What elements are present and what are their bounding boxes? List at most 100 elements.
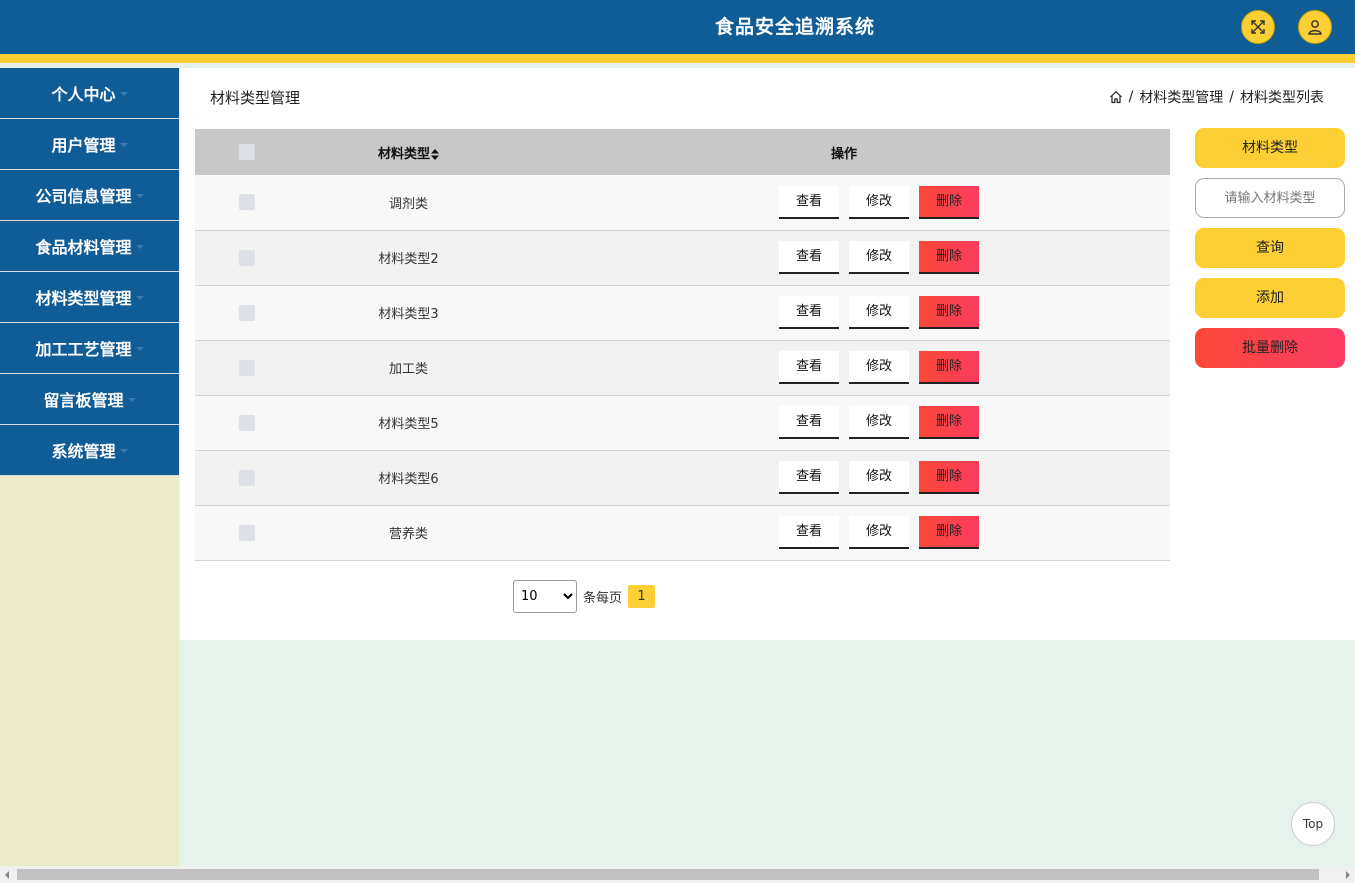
- row-checkbox[interactable]: [239, 524, 255, 541]
- view-button[interactable]: 查看: [779, 241, 839, 274]
- back-to-top-button[interactable]: Top: [1291, 802, 1335, 846]
- query-button[interactable]: 查询: [1195, 228, 1345, 268]
- chevron-down-icon: [135, 296, 144, 300]
- scroll-left-arrow-icon[interactable]: [5, 871, 9, 879]
- fullscreen-button[interactable]: [1241, 10, 1275, 44]
- row-checkbox[interactable]: [239, 194, 255, 211]
- chevron-down-icon: [135, 347, 144, 351]
- page-size-select[interactable]: 10: [513, 580, 577, 613]
- view-button[interactable]: 查看: [779, 461, 839, 494]
- row-checkbox[interactable]: [239, 249, 255, 266]
- search-panel: 材料类型 查询 添加 批量删除: [1195, 128, 1345, 378]
- cell-material-type: 加工类: [388, 362, 428, 377]
- sidebar-item-food-materials[interactable]: 食品材料管理: [0, 221, 179, 272]
- scrollbar-thumb[interactable]: [17, 869, 1319, 880]
- table-row: 调剂类 查看 修改 删除: [195, 175, 1170, 230]
- user-button[interactable]: [1298, 10, 1332, 44]
- sidebar-item-processing[interactable]: 加工工艺管理: [0, 323, 179, 374]
- row-checkbox[interactable]: [239, 414, 255, 431]
- material-type-table: 材料类型 操作 调剂类 查看 修改 删除 材料类型2 查看 修改 删除 材料类型3 查看 修改 删除加…: [195, 129, 1170, 561]
- sidebar-item-system[interactable]: 系统管理: [0, 425, 179, 476]
- app-title: 食品安全追溯系统: [714, 16, 875, 38]
- table-row: 材料类型2 查看 修改 删除: [195, 230, 1170, 285]
- select-all-checkbox[interactable]: [239, 144, 255, 160]
- home-icon[interactable]: [1109, 90, 1123, 104]
- edit-button[interactable]: 修改: [849, 296, 909, 329]
- edit-button[interactable]: 修改: [849, 241, 909, 274]
- per-page-label: 条每页: [583, 591, 623, 606]
- cell-material-type: 调剂类: [388, 196, 428, 212]
- table-header-row: 材料类型 操作: [195, 129, 1170, 175]
- breadcrumb-item-material-type-management[interactable]: 材料类型管理: [1139, 87, 1223, 107]
- chevron-down-icon: [127, 398, 136, 402]
- expand-icon: [1251, 20, 1265, 34]
- sidebar-item-label: 用户管理: [51, 136, 116, 155]
- breadcrumb-separator: /: [1128, 89, 1134, 105]
- table-row: 材料类型6 查看 修改 删除: [195, 450, 1170, 505]
- delete-button[interactable]: 删除: [919, 241, 979, 274]
- add-button[interactable]: 添加: [1195, 278, 1345, 318]
- breadcrumb-separator: /: [1229, 89, 1234, 105]
- delete-button[interactable]: 删除: [919, 296, 979, 329]
- top-bar: 食品安全追溯系统: [0, 0, 1355, 54]
- table-row: 材料类型5 查看 修改 删除: [195, 395, 1170, 450]
- main-content: 材料类型管理 / 材料类型管理 / 材料类型列表 材料类型 操作 调剂类 查看 修改…: [180, 68, 1355, 640]
- delete-button[interactable]: 删除: [919, 351, 979, 384]
- delete-button[interactable]: 删除: [919, 461, 979, 494]
- edit-button[interactable]: 修改: [849, 406, 909, 439]
- edit-button[interactable]: 修改: [849, 185, 909, 219]
- sidebar-item-material-types[interactable]: 材料类型管理: [0, 272, 179, 323]
- sidebar-item-users[interactable]: 用户管理: [0, 119, 179, 170]
- delete-button[interactable]: 删除: [919, 406, 979, 439]
- edit-button[interactable]: 修改: [849, 516, 909, 549]
- chevron-down-icon: [119, 92, 128, 96]
- view-button[interactable]: 查看: [779, 516, 839, 549]
- sidebar-item-label: 加工工艺管理: [35, 340, 132, 359]
- view-button[interactable]: 查看: [779, 406, 839, 439]
- view-button[interactable]: 查看: [779, 185, 839, 219]
- page-number-current[interactable]: 1: [628, 585, 656, 608]
- sidebar-item-label: 个人中心: [51, 85, 116, 104]
- cell-material-type: 材料类型5: [378, 417, 439, 432]
- sidebar-item-label: 食品材料管理: [35, 238, 132, 257]
- pagination: 10 条每页 1: [513, 580, 656, 613]
- row-checkbox[interactable]: [239, 469, 255, 486]
- column-header-label: 材料类型: [377, 146, 430, 162]
- page-title: 材料类型管理: [210, 89, 301, 107]
- edit-button[interactable]: 修改: [849, 461, 909, 494]
- table-row: 营养类 查看 修改 删除: [195, 505, 1170, 560]
- horizontal-scrollbar[interactable]: [0, 866, 1355, 883]
- chevron-down-icon: [135, 194, 144, 198]
- sidebar: 个人中心 用户管理 公司信息管理 食品材料管理 材料类型管理 加工工艺管理 留言…: [0, 68, 179, 866]
- table-row: 材料类型3 查看 修改 删除: [195, 285, 1170, 340]
- view-button[interactable]: 查看: [779, 351, 839, 384]
- sidebar-item-messages[interactable]: 留言板管理: [0, 374, 179, 425]
- sidebar-item-label: 留言板管理: [43, 391, 124, 410]
- sidebar-item-label: 公司信息管理: [35, 187, 132, 206]
- view-button[interactable]: 查看: [779, 296, 839, 329]
- scroll-right-arrow-icon[interactable]: [1346, 871, 1350, 879]
- row-checkbox[interactable]: [239, 359, 255, 376]
- sort-icon[interactable]: [431, 148, 439, 160]
- cell-material-type: 材料类型2: [378, 252, 439, 267]
- delete-button[interactable]: 删除: [919, 185, 979, 219]
- table-row: 加工类 查看 修改 删除: [195, 340, 1170, 395]
- cell-material-type: 营养类: [388, 527, 428, 542]
- delete-button[interactable]: 删除: [919, 516, 979, 549]
- sidebar-item-personal-center[interactable]: 个人中心: [0, 68, 179, 119]
- row-checkbox[interactable]: [239, 304, 255, 321]
- material-type-search-input[interactable]: [1195, 178, 1345, 218]
- edit-button[interactable]: 修改: [849, 351, 909, 384]
- header-accent-stripe: [0, 54, 1355, 63]
- sidebar-item-company[interactable]: 公司信息管理: [0, 170, 179, 221]
- chevron-down-icon: [135, 245, 144, 249]
- sidebar-item-label: 系统管理: [51, 442, 116, 461]
- cell-material-type: 材料类型3: [378, 307, 439, 322]
- sidebar-item-label: 材料类型管理: [35, 289, 132, 308]
- chevron-down-icon: [119, 449, 128, 453]
- column-header-actions: 操作: [830, 146, 857, 162]
- user-icon: [1308, 20, 1322, 35]
- chevron-down-icon: [119, 143, 128, 147]
- batch-delete-button[interactable]: 批量删除: [1195, 328, 1345, 368]
- column-header-material-type[interactable]: 材料类型: [299, 129, 518, 175]
